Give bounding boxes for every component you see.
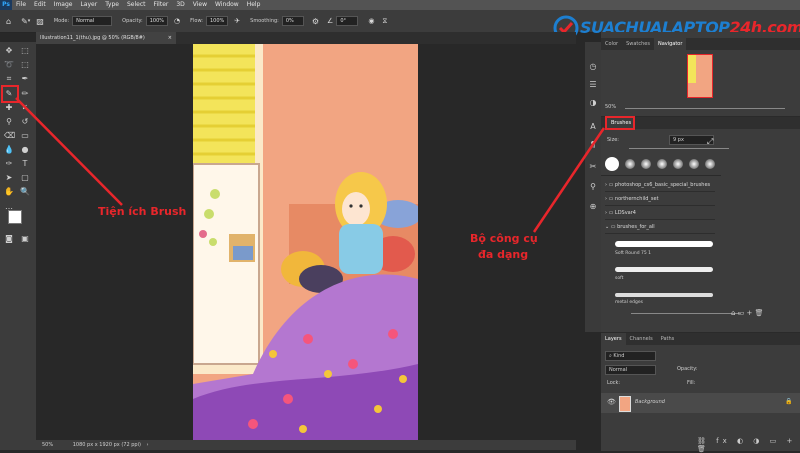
- annotation-brush-sets-line1: Bộ công cụ: [470, 232, 538, 245]
- annotation-brush-sets-line2: đa dạng: [478, 248, 529, 261]
- annotation-brush-tool: Tiện ích Brush: [98, 205, 187, 218]
- annotation-arrows: [15, 97, 606, 233]
